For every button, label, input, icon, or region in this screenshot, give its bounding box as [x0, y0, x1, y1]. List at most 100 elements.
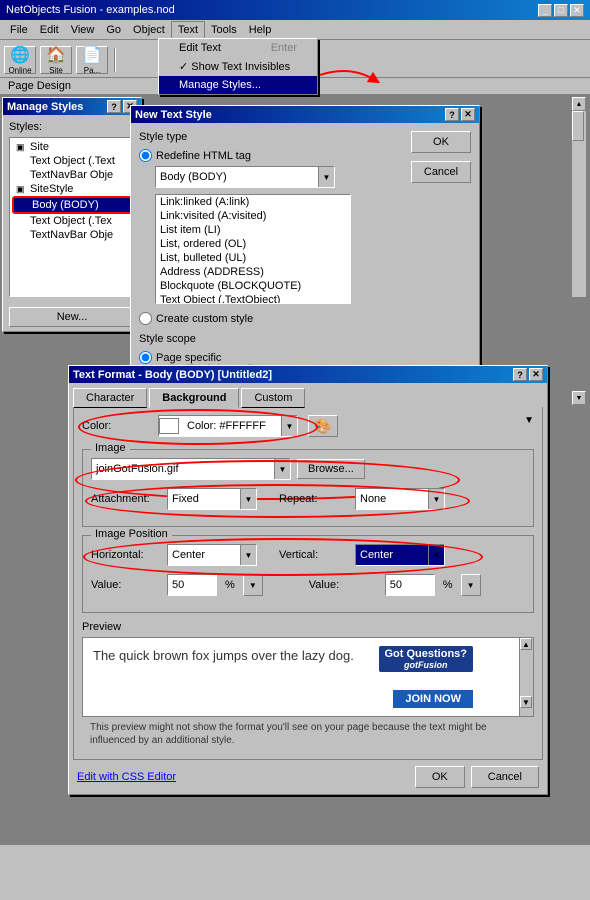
page-label: Pa... [84, 66, 100, 75]
value1-input[interactable]: 50 [167, 574, 217, 596]
online-icon: 🌐 [10, 45, 30, 65]
scope-page-row[interactable]: Page specific [139, 351, 403, 364]
menu-help[interactable]: Help [243, 22, 278, 38]
radio-redefine-row[interactable]: Redefine HTML tag [139, 149, 403, 162]
value1-arrow[interactable]: ▼ [243, 574, 263, 596]
browse-btn[interactable]: Browse... [297, 459, 365, 479]
list-blockquote[interactable]: Blockquote (BLOCKQUOTE) [156, 279, 350, 293]
text-format-dialog: Text Format - Body (BODY) [Untitled2] ? … [68, 365, 548, 795]
manage-styles-content: Styles: ▣ Site Text Object (.Text TextNa… [3, 115, 141, 303]
tree-text-obj2[interactable]: Text Object (.Tex [12, 214, 132, 228]
tree-textnav[interactable]: TextNavBar Obje [12, 168, 132, 182]
tf-help-btn[interactable]: ? [513, 368, 527, 381]
toolbar-online[interactable]: 🌐 Online [4, 46, 36, 74]
menu-go[interactable]: Go [100, 22, 127, 38]
tf-ok-btn[interactable]: OK [415, 766, 465, 788]
scope-page-radio[interactable] [139, 351, 152, 364]
tree-sitestyle[interactable]: ▣ SiteStyle [12, 182, 132, 196]
scroll-down-btn[interactable]: ▼ [572, 391, 586, 405]
repeat-input[interactable]: None ▼ [355, 488, 445, 510]
tree-textnav2[interactable]: TextNavBar Obje [12, 228, 132, 242]
tree-body[interactable]: Body (BODY) [12, 196, 132, 214]
scrollbar-right[interactable]: ▲ ▼ [572, 97, 586, 297]
tf-title-btns[interactable]: ? ✕ [513, 368, 543, 381]
new-text-style-title: New Text Style ? ✕ [131, 106, 479, 123]
preview-scroll-up[interactable]: ▲ [520, 638, 532, 650]
preview-scroll-down[interactable]: ▼ [520, 696, 532, 708]
attachment-row: Attachment: Fixed ▼ Repeat: None ▼ [91, 488, 525, 510]
list-link[interactable]: Link:linked (A:link) [156, 195, 350, 209]
radio-custom[interactable] [139, 312, 152, 325]
tree-text-obj[interactable]: Text Object (.Text [12, 154, 132, 168]
menu-text[interactable]: Text [171, 21, 205, 39]
vertical-arrow[interactable]: ▼ [428, 545, 444, 565]
attachment-input[interactable]: Fixed ▼ [167, 488, 257, 510]
expand-icon-2: ▣ [16, 184, 30, 195]
tag-dropdown[interactable]: Body (BODY) ▼ [155, 166, 335, 188]
dropdown-edit-text[interactable]: Edit Text Enter [159, 39, 317, 57]
css-editor-link[interactable]: Edit with CSS Editor [77, 771, 176, 783]
list-ol[interactable]: List, ordered (OL) [156, 237, 350, 251]
menu-object[interactable]: Object [127, 22, 171, 38]
style-type-radios: Redefine HTML tag Body (BODY) ▼ Link:lin… [139, 149, 403, 325]
nts-cancel-btn[interactable]: Cancel [411, 161, 471, 183]
repeat-label: Repeat: [279, 493, 349, 505]
toolbar-page[interactable]: 📄 Pa... [76, 46, 108, 74]
color-dropdown-more[interactable]: ▼ [524, 415, 534, 426]
manage-styles-help-btn[interactable]: ? [107, 100, 121, 113]
menu-tools[interactable]: Tools [205, 22, 243, 38]
list-ul[interactable]: List, bulleted (UL) [156, 251, 350, 265]
value2-input[interactable]: 50 [385, 574, 435, 596]
horizontal-input[interactable]: Center ▼ [167, 544, 257, 566]
title-bar-buttons[interactable]: _ □ ✕ [538, 4, 584, 17]
styles-tree[interactable]: ▣ Site Text Object (.Text TextNavBar Obj… [9, 137, 135, 297]
tag-list[interactable]: Link:linked (A:link) Link:visited (A:vis… [155, 194, 351, 304]
menu-file[interactable]: File [4, 22, 34, 38]
menu-edit[interactable]: Edit [34, 22, 65, 38]
attachment-arrow[interactable]: ▼ [240, 489, 256, 509]
color-dropdown-arrow[interactable]: ▼ [281, 416, 297, 436]
dropdown-show-text[interactable]: Show Text Invisibles [159, 57, 317, 76]
image-file-input[interactable]: joinGotFusion.gif ▼ [91, 458, 291, 480]
list-li[interactable]: List item (LI) [156, 223, 350, 237]
new-btn[interactable]: New... [9, 307, 135, 327]
radio-redefine[interactable] [139, 149, 152, 162]
image-file-arrow[interactable]: ▼ [274, 459, 290, 479]
radio-custom-row[interactable]: Create custom style [139, 312, 403, 325]
color-picker-btn[interactable]: 🎨 [308, 415, 338, 437]
repeat-arrow[interactable]: ▼ [428, 489, 444, 509]
nts-help-btn[interactable]: ? [445, 108, 459, 121]
scroll-thumb[interactable] [572, 111, 584, 141]
tree-site[interactable]: ▣ Site [12, 140, 132, 154]
tab-background[interactable]: Background [149, 388, 239, 408]
dropdown-manage-styles[interactable]: Manage Styles... [159, 76, 317, 94]
nts-ok-btn[interactable]: OK [411, 131, 471, 153]
tag-dropdown-arrow[interactable]: ▼ [318, 167, 334, 187]
minimize-btn[interactable]: _ [538, 4, 552, 17]
toolbar-site[interactable]: 🏠 Site [40, 46, 72, 74]
tf-cancel-btn[interactable]: Cancel [471, 766, 539, 788]
horizontal-arrow[interactable]: ▼ [240, 545, 256, 565]
app-title: NetObjects Fusion - examples.nod [6, 4, 175, 16]
close-btn[interactable]: ✕ [570, 4, 584, 17]
color-input[interactable]: Color: #FFFFFF ▼ [158, 415, 298, 437]
list-textobj[interactable]: Text Object (.TextObject) [156, 293, 350, 304]
value2-arrow[interactable]: ▼ [461, 574, 481, 596]
preview-scrollbar[interactable]: ▲ ▼ [519, 638, 533, 716]
maximize-btn[interactable]: □ [554, 4, 568, 17]
tab-custom[interactable]: Custom [241, 388, 305, 408]
list-address[interactable]: Address (ADDRESS) [156, 265, 350, 279]
nts-title-btns[interactable]: ? ✕ [445, 108, 475, 121]
menu-view[interactable]: View [65, 22, 101, 38]
site-icon: 🏠 [46, 45, 66, 65]
scroll-track [572, 111, 586, 271]
nts-close-btn[interactable]: ✕ [461, 108, 475, 121]
vertical-input[interactable]: Center ▼ [355, 544, 445, 566]
tab-character[interactable]: Character [73, 388, 147, 408]
tf-close-btn[interactable]: ✕ [529, 368, 543, 381]
list-link-visited[interactable]: Link:visited (A:visited) [156, 209, 350, 223]
vertical-label: Vertical: [279, 549, 349, 561]
expand-icon: ▣ [16, 142, 30, 153]
dialog-bottom: Edit with CSS Editor OK Cancel [69, 760, 547, 794]
scroll-up-btn[interactable]: ▲ [572, 97, 586, 111]
